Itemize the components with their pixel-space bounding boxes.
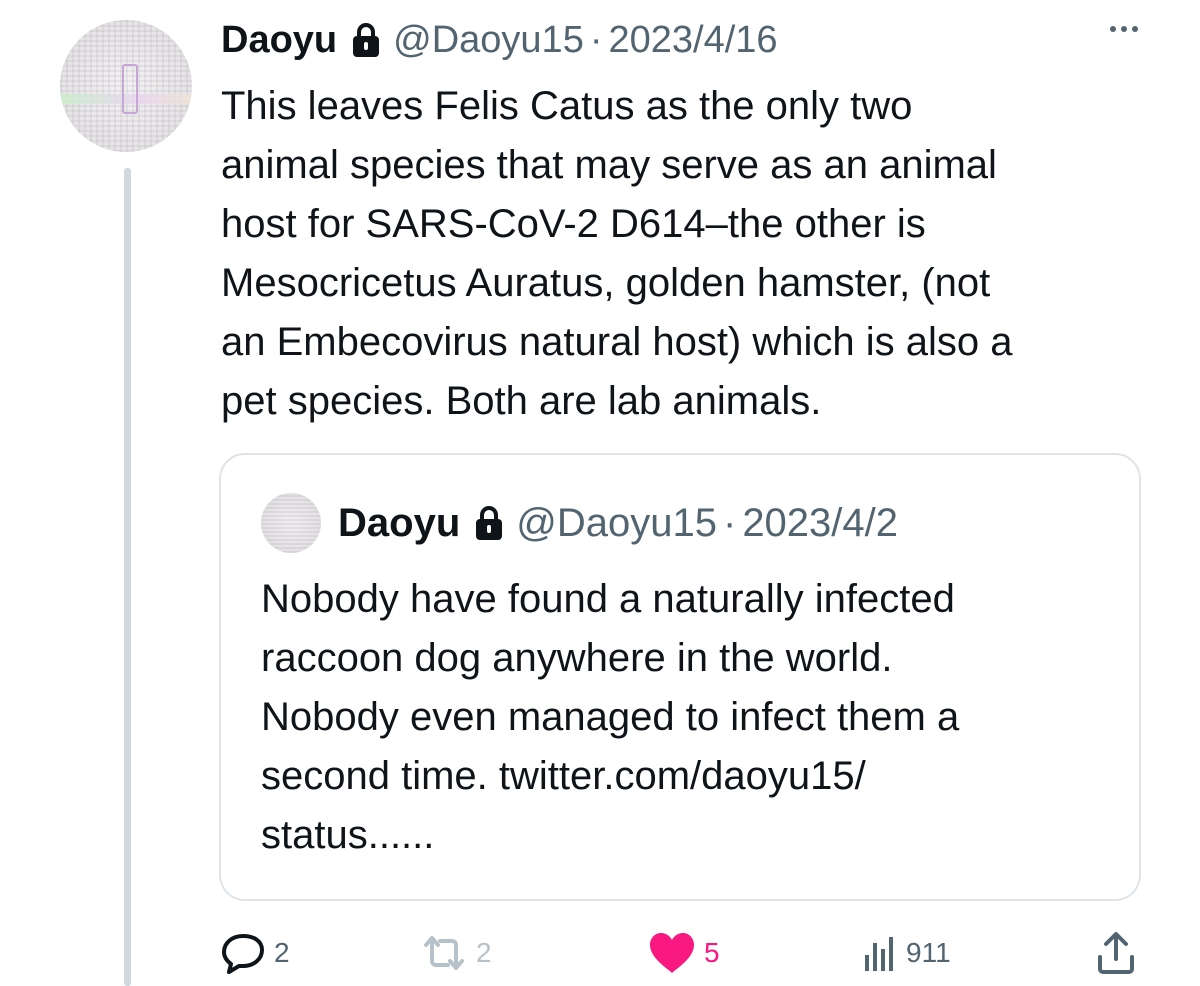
share-button[interactable] bbox=[1096, 925, 1136, 981]
retweet-count: 2 bbox=[476, 937, 492, 968]
separator-dot: · bbox=[722, 500, 737, 545]
quoted-tweet[interactable]: Daoyu @Daoyu15 · 2023/4/2 Nobody have fo… bbox=[219, 453, 1141, 901]
like-icon bbox=[650, 933, 694, 973]
tweet-date[interactable]: 2023/4/16 bbox=[608, 19, 777, 62]
quote-author-name: Daoyu bbox=[338, 500, 461, 545]
tweet-header: Daoyu @Daoyu15 · 2023/4/16 bbox=[221, 14, 778, 66]
thread-line bbox=[124, 168, 131, 986]
action-bar: 2 2 5 911 bbox=[220, 925, 1140, 981]
lock-icon bbox=[351, 22, 381, 58]
tweet-text: This leaves Felis Catus as the only two … bbox=[221, 84, 1013, 423]
reply-count: 2 bbox=[274, 937, 290, 968]
author-handle[interactable]: @Daoyu15 bbox=[393, 19, 584, 62]
lock-icon bbox=[474, 505, 504, 541]
quote-avatar bbox=[261, 493, 321, 553]
views-count: 911 bbox=[906, 937, 951, 968]
views-icon bbox=[865, 937, 893, 971]
like-button[interactable]: 5 bbox=[648, 925, 720, 981]
quote-header: Daoyu @Daoyu15 · 2023/4/2 bbox=[338, 497, 898, 549]
like-count: 5 bbox=[704, 937, 720, 968]
views-button[interactable]: 911 bbox=[862, 925, 951, 981]
retweet-button[interactable]: 2 bbox=[420, 925, 492, 981]
quote-author-handle: @Daoyu15 bbox=[516, 500, 717, 545]
quote-date: 2023/4/2 bbox=[742, 500, 899, 545]
quote-text: Nobody have found a naturally infected r… bbox=[261, 577, 960, 857]
retweet-icon bbox=[424, 936, 464, 970]
avatar[interactable] bbox=[60, 20, 192, 152]
author-name[interactable]: Daoyu bbox=[221, 19, 337, 62]
share-icon bbox=[1098, 932, 1134, 974]
reply-button[interactable]: 2 bbox=[220, 925, 290, 981]
separator-dot: · bbox=[589, 18, 603, 61]
more-dots-icon[interactable] bbox=[1110, 26, 1138, 32]
reply-icon bbox=[222, 934, 264, 974]
